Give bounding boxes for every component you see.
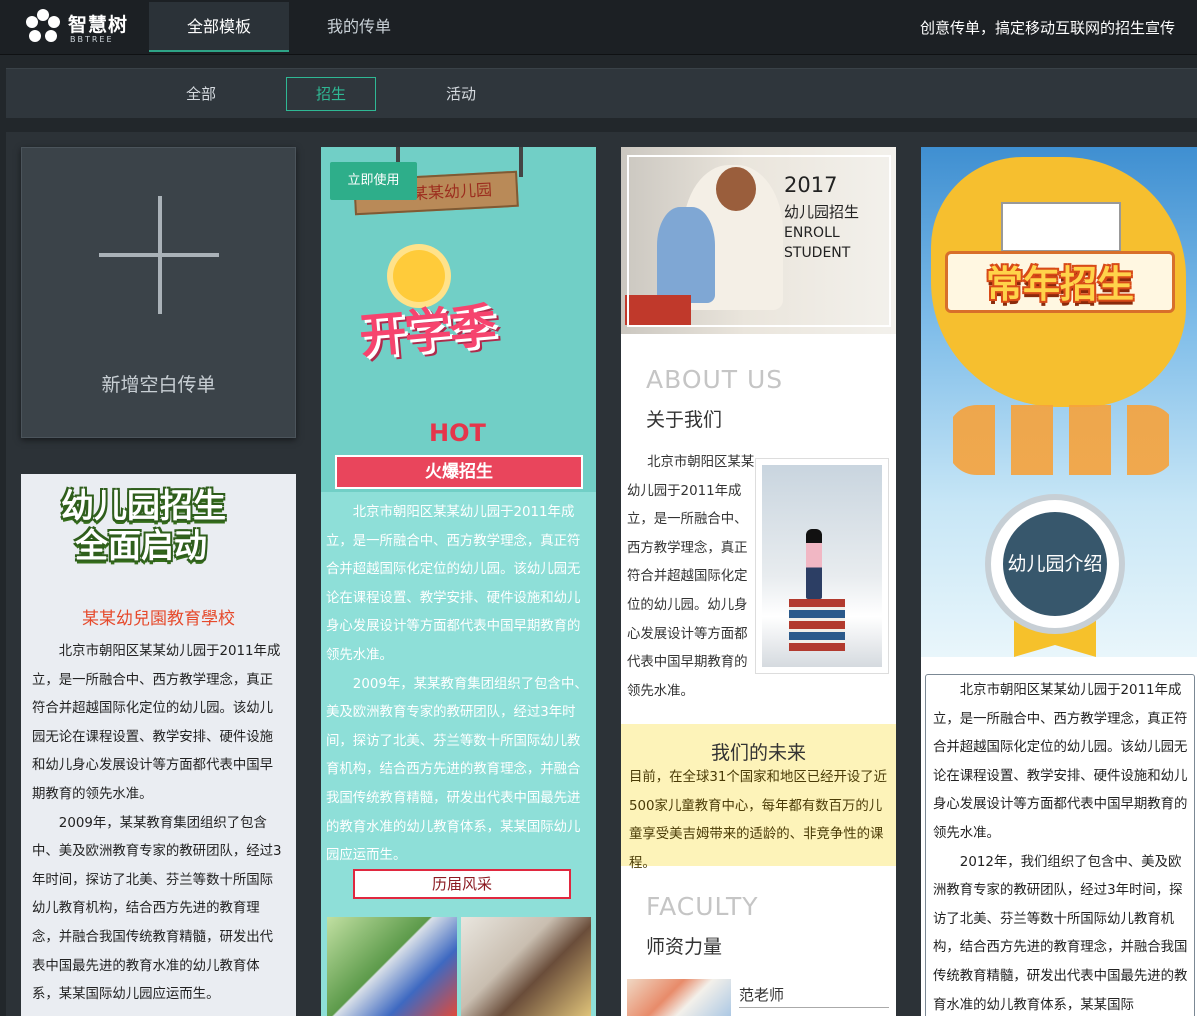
tab-all-templates[interactable]: 全部模板 [149, 2, 289, 52]
template-card-kindergarten-enroll[interactable]: 幼儿园招生 全面启动 某某幼兒園教育學校 北京市朝阳区某某幼儿园于2011年成立… [21, 474, 296, 1016]
filter-all[interactable]: 全部 [156, 77, 246, 111]
new-blank-flyer-label: 新增空白传单 [101, 374, 216, 396]
category-filter-bar: 全部 招生 活动 [6, 68, 1197, 118]
template-card-enroll-student[interactable]: 2017 幼儿园招生 ENROLL STUDENT ABOUT US 关于我们 … [621, 147, 896, 1016]
use-now-button[interactable]: 立即使用 [330, 162, 417, 200]
template-card-school-season[interactable]: 某某幼儿园 立即使用 开学季 HOT 火爆招生 北京市朝阳区某某幼儿园于2011… [321, 147, 596, 1016]
card3-teacher-photo [627, 979, 731, 1016]
card2-photo-kids-running [327, 917, 457, 1016]
card2-gallery-strip: 历届风采 [353, 869, 571, 899]
filter-enrollment[interactable]: 招生 [286, 77, 376, 111]
divider [739, 1007, 889, 1008]
card1-banner-line1: 幼儿园招生 [61, 486, 226, 525]
cartoon-kids [947, 405, 1177, 475]
card3-hero-enroll: ENROLL [784, 225, 840, 241]
card3-about-heading: 关于我们 [646, 409, 723, 431]
card2-body: 北京市朝阳区某某幼儿园于2011年成立，是一所融合中、西方教学理念，真正符合并超… [326, 499, 589, 871]
logo-subtitle: BBTREE [70, 35, 114, 44]
card3-future-title: 我们的未来 [710, 742, 806, 764]
card1-banner-line2: 全面启动 [75, 526, 207, 565]
plus-icon-bar [99, 253, 219, 257]
card4-para2: 2012年，我们组织了包含中、美及欧洲教育专家的教研团队，经过3年时间，探访了北… [933, 854, 1188, 1013]
girl-figure [806, 529, 822, 599]
card2-photo-kids-classroom [461, 917, 591, 1016]
card2-title: 开学季 [357, 298, 497, 365]
school-building-icon [1001, 202, 1121, 252]
card3-hero-line1: 幼儿园招生 [784, 203, 860, 221]
photo-frame [627, 155, 891, 327]
card1-body: 北京市朝阳区某某幼儿园于2011年成立，是一所融合中、西方教学理念，真正符合并超… [32, 638, 286, 1010]
card3-hero-year: 2017 [784, 173, 838, 197]
header-slogan: 创意传单，搞定移动互联网的招生宣传 [919, 19, 1175, 37]
chain-icon [519, 147, 523, 177]
card3-hero-student: STUDENT [784, 245, 851, 261]
logo-name: 智慧树 [68, 14, 129, 36]
card4-para1: 北京市朝阳区某某幼儿园于2011年成立，是一所融合中、西方教学理念，真正符合并超… [933, 683, 1188, 841]
card4-body: 北京市朝阳区某某幼儿园于2011年成立，是一所融合中、西方教学理念，真正符合并超… [925, 674, 1195, 1016]
card3-faculty-heading: 师资力量 [646, 936, 723, 958]
template-card-year-round-enroll[interactable]: 常年招生 幼儿园介绍 北京市朝阳区某某幼儿园于2011年成立，是一所融合中、西方… [921, 147, 1197, 1016]
top-navbar: 智慧树 BBTREE 全部模板 我的传单 创意传单，搞定移动互联网的招生宣传 [0, 0, 1197, 55]
card3-hero-line2: ENROLL STUDENT [784, 223, 850, 263]
card3-future-section: 我们的未来 目前，在全球31个国家和地区已经开设了近500家儿童教育中心，每年都… [621, 724, 896, 871]
flower-logo-icon [26, 9, 60, 42]
card2-hot-label: HOT [429, 419, 486, 447]
logo[interactable]: 智慧树 BBTREE [24, 6, 134, 50]
card2-para2: 2009年，某某教育集团组织了包含中、美及欧洲教育专家的教研团队，经过3年时间，… [326, 676, 588, 864]
books-stack [789, 599, 845, 651]
card3-future-text: 目前，在全球31个国家和地区已经开设了近500家儿童教育中心，每年都有数百万的儿… [629, 770, 888, 871]
card2-para1: 北京市朝阳区某某幼儿园于2011年成立，是一所融合中、西方教学理念，真正符合并超… [326, 505, 581, 663]
card3-teacher-name: 范老师 [739, 986, 785, 1004]
card1-banner: 幼儿园招生 全面启动 [61, 486, 226, 566]
card3-about-text: 北京市朝阳区某某幼儿园于2011年成立，是一所融合中、西方教学理念，真正符合并超… [627, 455, 755, 699]
card1-para1: 北京市朝阳区某某幼儿园于2011年成立，是一所融合中、西方教学理念，真正符合并超… [32, 644, 281, 802]
card1-school-name: 某某幼兒園教育學校 [82, 609, 235, 629]
card3-about-heading-en: ABOUT US [646, 365, 784, 394]
card4-medal-label: 幼儿园介绍 [1000, 509, 1110, 619]
template-grid: 新增空白传单 幼儿园招生 全面启动 某某幼兒園教育學校 北京市朝阳区某某幼儿园于… [6, 132, 1197, 1016]
card3-faculty-heading-en: FACULTY [646, 892, 759, 921]
card3-girl-on-books-photo [755, 458, 889, 674]
card4-medal: 幼儿园介绍 [985, 494, 1125, 634]
filter-activity[interactable]: 活动 [416, 77, 506, 111]
new-blank-flyer-card[interactable]: 新增空白传单 [21, 147, 296, 438]
card1-para2: 2009年，某某教育集团组织了包含中、美及欧洲教育专家的教研团队，经过3年时间，… [32, 815, 282, 1003]
card3-hero-photo: 2017 幼儿园招生 ENROLL STUDENT [621, 147, 896, 334]
card4-illustration: 常年招生 幼儿园介绍 [921, 147, 1197, 657]
card2-ribbon: 火爆招生 [335, 455, 583, 489]
tab-my-flyers[interactable]: 我的传单 [289, 2, 429, 52]
card4-title: 常年招生 [945, 251, 1175, 313]
